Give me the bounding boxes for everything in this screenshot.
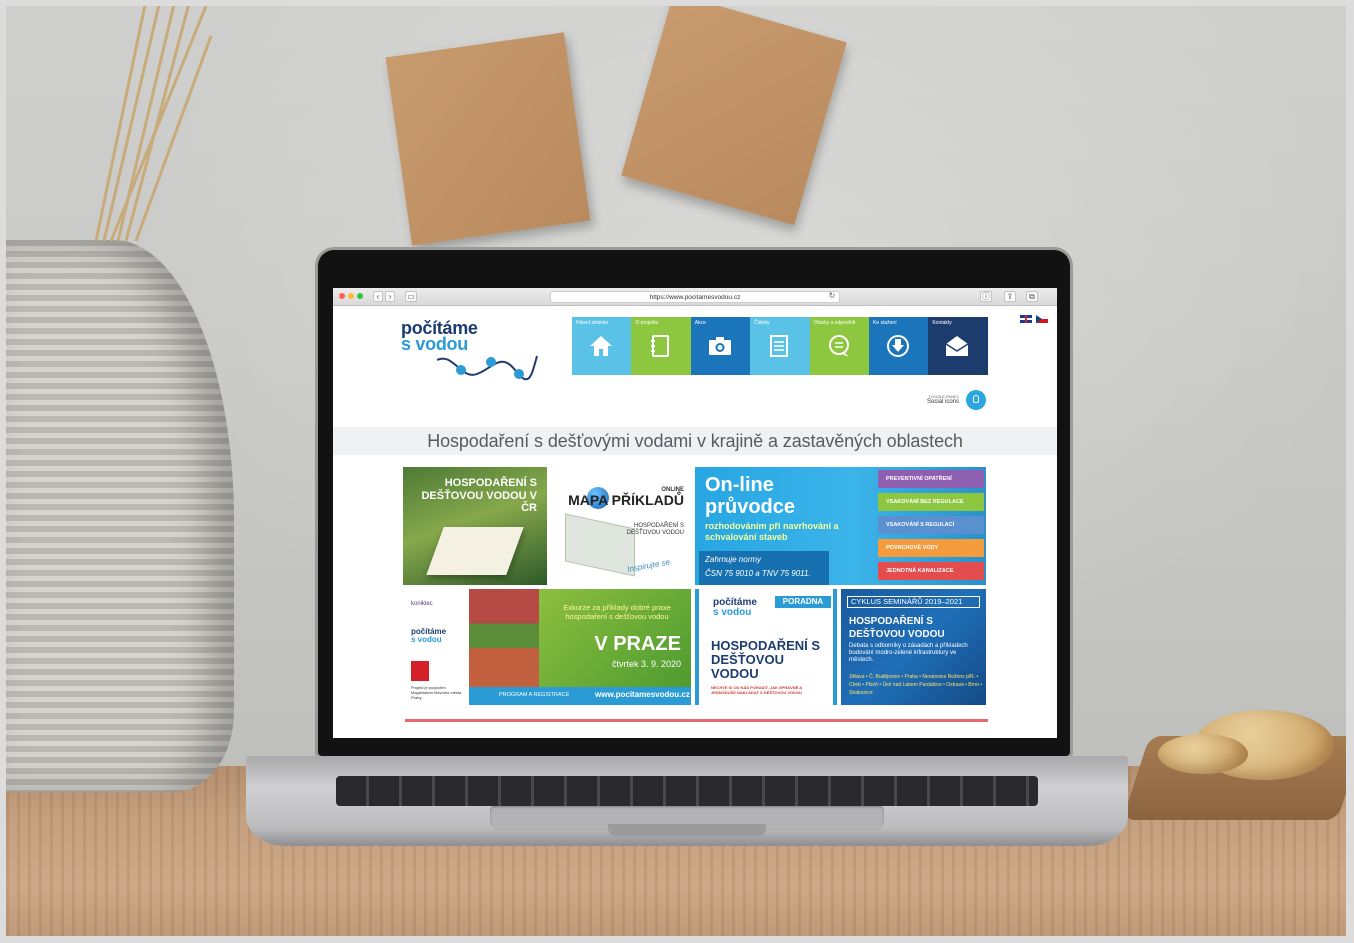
nav-item-about[interactable]: O projektu [631,317,691,375]
back-arrow-icon[interactable]: ‹ [373,291,383,302]
lid-notch [608,824,766,836]
lightbulb-icon[interactable] [966,390,986,410]
sidebar-toggle-icon[interactable]: ▭ [405,291,417,302]
banner-subtitle: rozhodováním při navrhování a schvalován… [705,521,839,542]
dried-reeds [94,6,213,242]
category-preventivni[interactable]: PREVENTIVNÍ OPATŘENÍ [878,470,984,488]
laptop-base [246,756,1128,846]
nav-label: Kontakty [932,320,952,326]
browser-window: ‹ › ▭ https://www.pocitamesvodou.cz ↻ ⓘ … [333,288,1057,738]
browser-toolbar: ‹ › ▭ https://www.pocitamesvodou.cz ↻ ⓘ … [333,288,1057,306]
support-note: Projekt je podpořen Magistrátem hlavního… [411,685,462,700]
headline-bar: Hospodaření s dešťovými vodami v krajině… [333,427,1057,455]
nav-label: Akce [694,320,706,326]
garden-photo [469,589,539,687]
logo-text-bottom: s vodou [411,635,442,644]
forward-arrow-icon[interactable]: › [385,291,395,302]
toggle-panel-sublabel: Social icons [926,399,959,405]
banner-title: průvodce [705,496,796,518]
nav-label: Ke stažení [872,320,897,326]
event-description: Exkurze za příklady dobré praxe hospodař… [563,603,671,621]
chat-icon [828,335,849,357]
banner-header: CYKLUS SEMINÁŘŮ 2019–2021 [847,596,980,608]
notebook-icon [651,335,670,357]
normy-box: Zahrnuje normy ČSN 75 9010 a TNV 75 9011… [699,551,829,585]
category-s-regulaci[interactable]: VSAKOVÁNÍ S REGULACÍ [878,516,984,534]
info-icon[interactable]: ⓘ [980,291,992,302]
english-flag-icon[interactable] [1020,315,1032,323]
banner-title: HOSPODAŘENÍ S DEŠŤOVOU VODOU V ČR [421,477,537,514]
nav-item-faq[interactable]: Otázky a odpovědi [809,317,869,375]
divider [405,719,988,722]
category-bez-regulace[interactable]: VSAKOVÁNÍ BEZ REGULACE [878,493,984,511]
banner-title: MAPA PŘÍKLADŮ [568,492,684,508]
nav-item-home[interactable]: Hlavní stránka [572,317,632,375]
reload-icon[interactable]: ↻ [828,291,836,302]
logo-wave-icon [436,355,538,381]
document-icon [770,335,789,357]
main-nav: Hlavní stránka O projektu Akce Články Ot… [572,317,988,375]
event-panel: Exkurze za příklady dobré praxe hospodař… [539,589,691,687]
nav-item-contacts[interactable]: Kontakty [928,317,988,375]
logo-text-bottom: s vodou [713,607,752,618]
share-icon[interactable]: ⇪ [1004,291,1016,302]
cookie [1158,734,1248,774]
sticky-note [385,32,591,246]
banner-mapa[interactable]: ONLINE MAPA PŘÍKLADŮ HOSPODAŘENÍ S DEŠŤO… [547,467,692,585]
banner-title: On-line [705,474,774,496]
mail-icon [945,336,969,356]
toggle-panel: TOGGLE PANEL Social icons [905,394,959,405]
banner-title: HOSPODAŘENÍ S DEŠŤOVOU VODOU [849,616,945,640]
poradna-badge: PORADNA [775,596,831,608]
prague-logo [411,661,429,681]
banner-title: HOSPODAŘENÍ S DEŠŤOVOU VODOU [711,638,821,681]
banner-online-pruvodce[interactable]: On-line průvodce rozhodováním při navrho… [695,467,986,585]
tabs-icon[interactable]: ⧉ [1026,291,1038,302]
keyboard [336,776,1038,806]
home-icon [590,336,612,356]
nav-label: Články [754,320,770,326]
koniklec-logo: koniklec [411,601,433,607]
banner-poradna[interactable]: počítáme s vodou PORADNA HOSPODAŘENÍ S D… [695,589,837,705]
nav-label: O projektu [635,320,659,326]
registration-url: www.pocitamesvodou.cz [595,690,690,699]
registration-bar[interactable]: PROGRAM A REGISTRACE www.pocitamesvodou.… [469,687,691,705]
banner-exkurze[interactable]: koniklec počítáme s vodou Projekt je pod… [403,589,691,705]
address-bar[interactable]: https://www.pocitamesvodou.cz [550,291,840,303]
banner-cyklus-seminaru[interactable]: CYKLUS SEMINÁŘŮ 2019–2021 HOSPODAŘENÍ S … [841,589,986,705]
normy-standards: ČSN 75 9010 a TNV 75 9011. [705,569,811,578]
category-list: PREVENTIVNÍ OPATŘENÍ VSAKOVÁNÍ BEZ REGUL… [878,470,984,585]
banner-subtitle: HOSPODAŘENÍ S DEŠŤOVOU VODOU [626,523,684,536]
nav-item-articles[interactable]: Články [750,317,810,375]
normy-label: Zahrnuje normy [705,555,762,564]
nav-item-events[interactable]: Akce [690,317,751,375]
partner-logos: koniklec počítáme s vodou Projekt je pod… [403,589,469,705]
registration-label: PROGRAM A REGISTRACE [499,692,570,698]
banner-subtitle: Debata s odborníky o zásadách a příklade… [849,643,968,663]
download-icon [886,335,909,357]
banner-hospodareni[interactable]: HOSPODAŘENÍ S DEŠŤOVOU VODOU V ČR [403,467,547,585]
minimize-window-button[interactable] [348,293,354,299]
book-image [426,527,524,575]
page-title: Hospodaření s dešťovými vodami v krajině… [427,431,963,451]
close-window-button[interactable] [339,293,345,299]
banner-subtitle: NECHTE SI OD NÁS PORADIT, JAK SPRÁVNĚ A … [711,685,803,695]
event-date: čtvrtek 3. 9. 2020 [611,659,681,669]
nav-label: Hlavní stránka [576,320,608,326]
czech-flag-icon[interactable] [1036,315,1048,323]
event-city: V PRAZE [594,633,681,655]
camera-icon [708,337,731,355]
city-list: Jihlava • Č. Budějovice • Praha • Nerato… [849,674,982,696]
category-jednotna-kanalizace[interactable]: JEDNOTNÁ KANALIZACE [878,562,984,580]
site-logo[interactable]: počítáme s vodou [401,318,551,382]
nav-label: Otázky a odpovědi [813,320,855,326]
nav-item-downloads[interactable]: Ke stažení [868,317,929,375]
maximize-window-button[interactable] [357,293,363,299]
category-povrchove-vody[interactable]: POVRCHOVÉ VODY [878,539,984,557]
